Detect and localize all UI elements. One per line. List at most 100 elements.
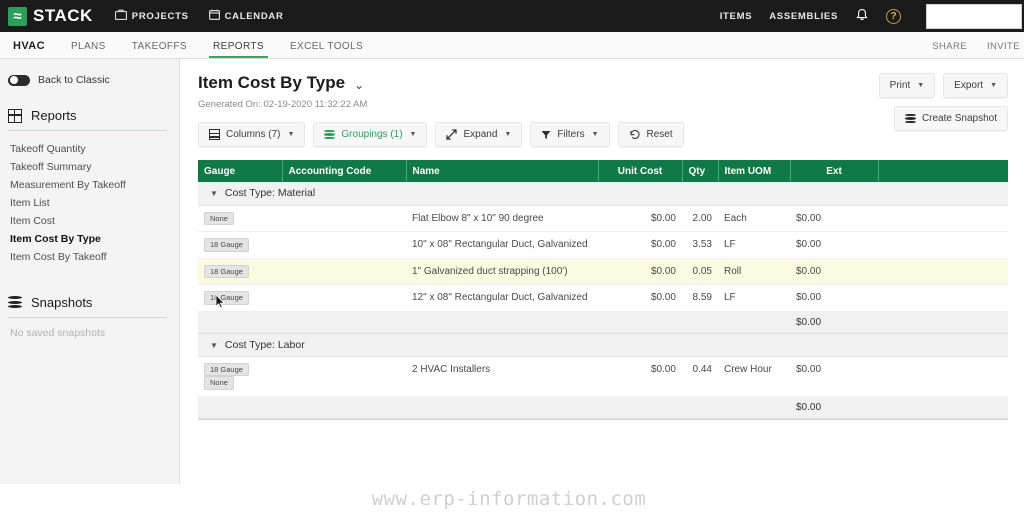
nav-items[interactable]: ITEMS bbox=[720, 11, 753, 22]
table-row[interactable]: 18 Gauge 1" Galvanized duct strapping (1… bbox=[198, 258, 1008, 285]
tab-takeoffs[interactable]: TAKEOFFS bbox=[119, 41, 200, 58]
column-header-unit-cost[interactable]: Unit Cost bbox=[598, 160, 683, 182]
user-account-box[interactable] bbox=[926, 3, 1022, 29]
chevron-down-icon: ▼ bbox=[917, 82, 925, 89]
reset-icon bbox=[629, 129, 641, 141]
page-title: Item Cost By Type bbox=[198, 73, 346, 92]
cell-uom: Crew Hour bbox=[718, 356, 790, 397]
create-snapshot-button[interactable]: Create Snapshot bbox=[893, 106, 1008, 131]
project-subnav: HVAC PLANS TAKEOFFS REPORTS EXCEL TOOLS … bbox=[0, 32, 1024, 59]
cell-name: 2 HVAC Installers bbox=[406, 356, 598, 397]
subtotal-ext: $0.00 bbox=[790, 311, 878, 334]
sidebar-item-item-cost-by-type[interactable]: Item Cost By Type bbox=[8, 231, 169, 249]
chevron-down-icon[interactable]: ▼ bbox=[210, 341, 218, 350]
group-header-cell: ▼ Cost Type: Labor bbox=[198, 333, 1008, 357]
column-header-name[interactable]: Name bbox=[406, 160, 599, 182]
gauge-badge-secondary: None bbox=[204, 376, 234, 390]
table-row[interactable]: 18 GaugeNone 2 HVAC Installers $0.00 0.4… bbox=[198, 356, 1008, 397]
tab-excel-tools[interactable]: EXCEL TOOLS bbox=[277, 41, 376, 58]
export-button[interactable]: Export ▼ bbox=[943, 73, 1008, 98]
main-content: Item Cost By Type ⌄ Generated On: 02-19-… bbox=[180, 59, 1024, 512]
help-icon[interactable]: ? bbox=[886, 8, 901, 24]
cell-name: 12" x 08" Rectangular Duct, Galvanized bbox=[406, 284, 598, 312]
table-header-row: Gauge Accounting Code Name Unit Cost Qty… bbox=[198, 160, 1008, 182]
cell-unit-cost: $0.00 bbox=[598, 284, 682, 312]
group-header-labor[interactable]: ▼ Cost Type: Labor bbox=[198, 333, 1008, 357]
cell-accounting-code bbox=[282, 231, 406, 259]
cell-ext: $0.00 bbox=[790, 205, 878, 232]
sidebar-item-item-list[interactable]: Item List bbox=[8, 194, 169, 212]
tab-plans[interactable]: PLANS bbox=[58, 41, 119, 58]
subtotal-spacer bbox=[198, 396, 790, 419]
column-header-item-uom[interactable]: Item UOM bbox=[718, 160, 791, 182]
cell-ext: $0.00 bbox=[790, 356, 878, 397]
share-button[interactable]: SHARE bbox=[932, 41, 967, 52]
nav-items-label: ITEMS bbox=[719, 10, 753, 22]
notification-bell-icon[interactable] bbox=[855, 8, 869, 24]
group-subtotal-material: $0.00 bbox=[198, 311, 1008, 334]
nav-projects[interactable]: PROJECTS bbox=[114, 9, 189, 23]
calendar-icon bbox=[208, 9, 220, 23]
table-bottom-rule bbox=[198, 418, 1008, 420]
nav-assemblies[interactable]: ASSEMBLIES bbox=[769, 11, 838, 22]
subnav-actions: SHARE INVITE bbox=[932, 41, 1020, 52]
reports-section-title: Reports bbox=[31, 108, 77, 123]
table-row[interactable]: 18 Gauge 10" x 08" Rectangular Duct, Gal… bbox=[198, 231, 1008, 259]
filter-icon bbox=[541, 130, 551, 140]
cell-spacer bbox=[878, 356, 1008, 397]
chevron-down-icon: ▼ bbox=[409, 131, 417, 138]
column-header-qty[interactable]: Qty bbox=[682, 160, 719, 182]
print-button[interactable]: Print ▼ bbox=[878, 73, 936, 98]
chevron-down-icon[interactable]: ⌄ bbox=[354, 78, 364, 92]
reset-button[interactable]: Reset bbox=[617, 122, 684, 147]
sidebar-item-item-cost-by-takeoff[interactable]: Item Cost By Takeoff bbox=[8, 249, 169, 267]
columns-button-label: Columns (7) bbox=[226, 129, 281, 140]
toggle-switch-icon[interactable] bbox=[8, 74, 30, 86]
table-row[interactable]: None Flat Elbow 8" x 10" 90 degree $0.00… bbox=[198, 205, 1008, 232]
grid-icon bbox=[8, 108, 22, 123]
invite-button[interactable]: INVITE bbox=[987, 41, 1020, 52]
cell-qty: 0.05 bbox=[682, 258, 718, 285]
left-sidebar: Back to Classic Reports Takeoff Quantity… bbox=[0, 59, 180, 484]
tab-reports[interactable]: REPORTS bbox=[200, 41, 277, 58]
filters-button[interactable]: Filters ▼ bbox=[530, 122, 610, 147]
cell-ext: $0.00 bbox=[790, 284, 878, 312]
column-header-accounting-code[interactable]: Accounting Code bbox=[282, 160, 407, 182]
cell-uom: Each bbox=[718, 205, 790, 232]
groupings-button[interactable]: Groupings (1) ▼ bbox=[313, 122, 428, 147]
cell-name: 10" x 08" Rectangular Duct, Galvanized bbox=[406, 231, 598, 259]
columns-button[interactable]: Columns (7) ▼ bbox=[198, 122, 306, 147]
subtotal-ext: $0.00 bbox=[790, 396, 878, 419]
chevron-down-icon: ▼ bbox=[504, 131, 512, 138]
cell-unit-cost: $0.00 bbox=[598, 205, 682, 232]
stack-logo[interactable]: ≈ STACK bbox=[8, 6, 93, 26]
global-topbar: ≈ STACK PROJECTS CALENDAR ITEMS ASSEMBLI… bbox=[0, 0, 1024, 32]
cell-uom: Roll bbox=[718, 258, 790, 285]
mouse-cursor bbox=[215, 293, 226, 309]
chevron-down-icon: ▼ bbox=[287, 131, 295, 138]
nav-calendar[interactable]: CALENDAR bbox=[208, 9, 284, 23]
cell-uom: LF bbox=[718, 231, 790, 259]
chevron-down-icon[interactable]: ▼ bbox=[210, 189, 218, 198]
sidebar-item-takeoff-quantity[interactable]: Takeoff Quantity bbox=[8, 140, 169, 158]
column-header-gauge[interactable]: Gauge bbox=[198, 160, 283, 182]
sidebar-item-measurement-by-takeoff[interactable]: Measurement By Takeoff bbox=[8, 176, 169, 194]
cell-name: 1" Galvanized duct strapping (100') bbox=[406, 258, 598, 285]
chevron-down-icon: ▼ bbox=[591, 131, 599, 138]
snapshots-section-header: Snapshots bbox=[8, 295, 169, 310]
cell-spacer bbox=[878, 231, 1008, 259]
back-to-classic-toggle[interactable]: Back to Classic bbox=[0, 69, 179, 86]
gauge-badge: None bbox=[204, 211, 234, 225]
database-icon bbox=[8, 295, 22, 309]
cell-accounting-code bbox=[282, 258, 406, 285]
subnav-project-name: HVAC bbox=[13, 40, 45, 52]
expand-button[interactable]: Expand ▼ bbox=[435, 122, 523, 147]
column-header-ext[interactable]: Ext bbox=[790, 160, 879, 182]
sidebar-item-takeoff-summary[interactable]: Takeoff Summary bbox=[8, 158, 169, 176]
page-body: Back to Classic Reports Takeoff Quantity… bbox=[0, 59, 1024, 512]
table-row[interactable]: 18 Gauge 12" x 08" Rectangular Duct, Gal… bbox=[198, 284, 1008, 312]
group-header-material[interactable]: ▼ Cost Type: Material bbox=[198, 182, 1008, 206]
sidebar-item-item-cost[interactable]: Item Cost bbox=[8, 213, 169, 231]
group-label: Cost Type: Material bbox=[224, 187, 316, 200]
chevron-down-icon: ▼ bbox=[990, 82, 997, 89]
